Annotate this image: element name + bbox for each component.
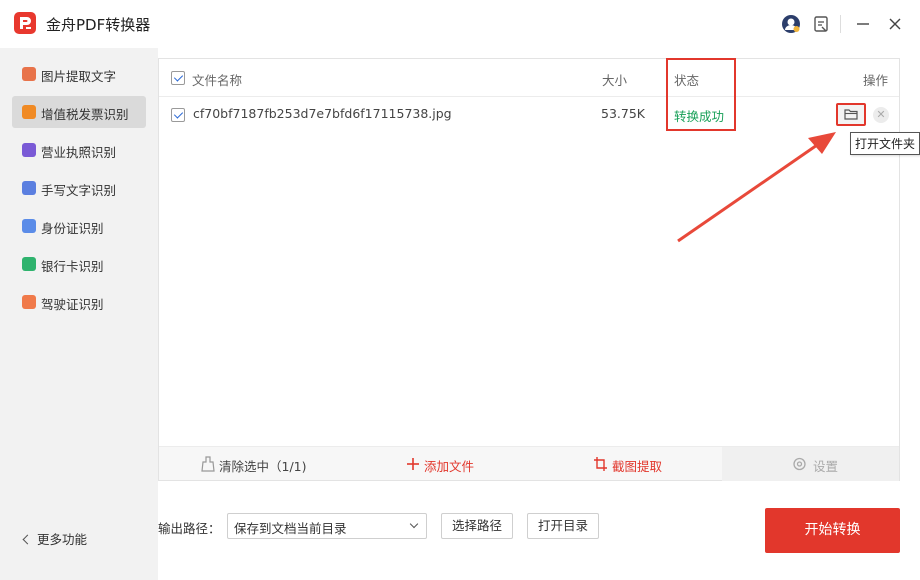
output-path-value: 保存到文档当前目录: [234, 521, 347, 536]
crop-icon: [594, 457, 607, 471]
open-folder-button[interactable]: [836, 103, 866, 126]
select-all-checkbox[interactable]: [171, 71, 185, 85]
row-checkbox[interactable]: [171, 108, 185, 122]
sidebar-item-image-text[interactable]: 图片提取文字: [12, 58, 146, 90]
sidebar-item-label: 营业执照识别: [41, 145, 117, 160]
license-icon: [22, 143, 36, 157]
app-title: 金舟PDF转换器: [46, 16, 151, 34]
sidebar-item-label: 驾驶证识别: [41, 297, 104, 312]
clear-selected-label: 清除选中（1/1): [219, 459, 307, 474]
file-name: cf70bf7187fb253d7e7bfd6f17115738.jpg: [193, 106, 452, 121]
titlebar-divider: [840, 15, 841, 33]
open-folder-tooltip: 打开文件夹: [850, 132, 920, 155]
chevron-down-icon: [409, 519, 419, 529]
clear-selected-button[interactable]: 清除选中（1/1): [159, 447, 344, 481]
sidebar-item-label: 银行卡识别: [41, 259, 104, 274]
driving-license-icon: [22, 295, 36, 309]
column-header-status: 状态: [674, 73, 700, 88]
add-file-label: 添加文件: [424, 459, 475, 474]
file-size: 53.75K: [601, 106, 645, 121]
handwriting-icon: [22, 181, 36, 195]
table-header: 文件名称 大小 状态 操作: [159, 59, 899, 97]
table-row[interactable]: cf70bf7187fb253d7e7bfd6f17115738.jpg 53.…: [159, 97, 899, 133]
sidebar-item-business-license[interactable]: 营业执照识别: [12, 134, 146, 166]
sidebar-item-handwriting[interactable]: 手写文字识别: [12, 172, 146, 204]
minimize-icon[interactable]: [853, 14, 873, 34]
title-bar: 金舟PDF转换器: [0, 0, 920, 48]
image-text-icon: [22, 67, 36, 81]
screenshot-extract-button[interactable]: 截图提取: [529, 447, 722, 481]
bank-card-icon: [22, 257, 36, 271]
open-directory-button[interactable]: 打开目录: [527, 513, 599, 539]
feedback-icon[interactable]: [811, 14, 831, 34]
screenshot-extract-label: 截图提取: [612, 459, 663, 474]
sidebar-item-label: 身份证识别: [41, 221, 104, 236]
add-file-button[interactable]: 添加文件: [344, 447, 529, 481]
settings-button[interactable]: 设置: [722, 447, 899, 481]
start-convert-button[interactable]: 开始转换: [765, 508, 900, 553]
column-header-size: 大小: [602, 73, 628, 88]
sidebar-item-invoice[interactable]: 增值税发票识别: [12, 96, 146, 128]
plus-icon: [407, 458, 419, 470]
close-icon[interactable]: [885, 14, 905, 34]
more-features-link[interactable]: 更多功能: [22, 529, 88, 548]
broom-icon: [201, 456, 215, 472]
column-header-actions: 操作: [863, 73, 889, 88]
gear-icon: [793, 457, 806, 471]
more-features-label: 更多功能: [37, 532, 88, 547]
file-list-panel: 文件名称 大小 状态 操作 cf70bf7187fb253d7e7bfd6f17…: [158, 58, 920, 481]
sidebar-item-bank-card[interactable]: 银行卡识别: [12, 248, 146, 280]
app-logo-icon: [14, 12, 36, 34]
id-card-icon: [22, 219, 36, 233]
sidebar-item-id-card[interactable]: 身份证识别: [12, 210, 146, 242]
chevron-left-icon: [22, 534, 33, 545]
sidebar-item-driving-license[interactable]: 驾驶证识别: [12, 286, 146, 318]
output-path-select[interactable]: 保存到文档当前目录: [227, 513, 427, 539]
file-toolbar: 清除选中（1/1) 添加文件 截图提取 设置: [159, 446, 899, 481]
column-header-name: 文件名称: [192, 73, 243, 88]
sidebar-item-label: 图片提取文字: [41, 69, 117, 84]
sidebar-item-label: 增值税发票识别: [41, 107, 129, 122]
user-avatar-icon[interactable]: [781, 14, 801, 34]
choose-path-button[interactable]: 选择路径: [441, 513, 513, 539]
remove-file-button[interactable]: ✕: [873, 107, 889, 123]
close-icon: ✕: [876, 108, 886, 121]
output-path-label: 输出路径：: [158, 521, 221, 536]
settings-label: 设置: [813, 459, 839, 474]
status-badge: 转换成功: [674, 109, 725, 124]
sidebar: 图片提取文字 增值税发票识别 营业执照识别 手写文字识别 身份证识别 银行卡识别…: [0, 48, 158, 580]
invoice-icon: [22, 105, 36, 119]
folder-icon: [844, 109, 858, 120]
sidebar-item-label: 手写文字识别: [41, 183, 117, 198]
